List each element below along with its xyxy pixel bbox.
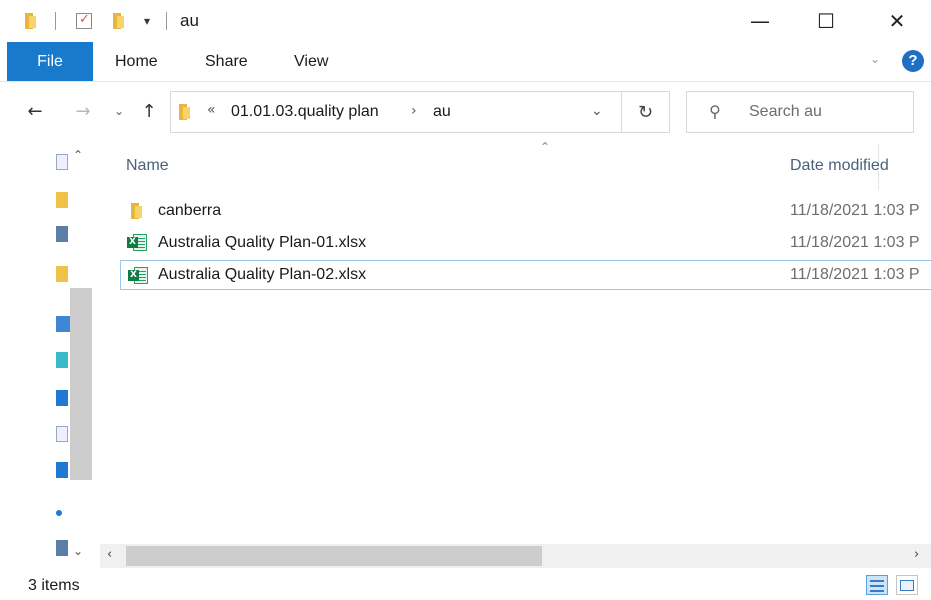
back-arrow-icon: ← <box>27 100 43 122</box>
scroll-down-icon[interactable]: ⌄ <box>73 544 83 558</box>
maximize-icon: ☐ <box>817 9 835 33</box>
close-icon: ✕ <box>888 9 906 33</box>
column-header-name[interactable]: Name <box>126 140 169 190</box>
properties-icon[interactable] <box>74 10 94 32</box>
scroll-right-icon[interactable]: › <box>914 547 919 562</box>
desktop-icon[interactable] <box>56 352 68 368</box>
maximize-button[interactable]: ☐ <box>795 0 857 42</box>
document-icon[interactable] <box>56 426 68 442</box>
search-icon: ⚲ <box>709 102 721 121</box>
horizontal-scrollbar[interactable]: ‹ › <box>100 544 931 568</box>
navigation-pane: ⌃ ⌄ <box>0 140 100 600</box>
expand-ribbon-button[interactable]: ⌄ <box>870 52 880 66</box>
tab-file[interactable]: File <box>7 42 93 81</box>
column-header-date-modified[interactable]: Date modified <box>790 140 889 190</box>
address-dropdown-icon[interactable]: ⌄ <box>591 103 603 119</box>
documents-icon[interactable] <box>56 390 68 406</box>
list-item[interactable]: canberra 11/18/2021 1:03 P <box>120 196 931 226</box>
toolbar-divider <box>166 12 167 30</box>
new-folder-icon[interactable] <box>110 10 128 32</box>
scroll-left-icon[interactable]: ‹ <box>107 547 112 562</box>
breadcrumb-quality-plan[interactable]: 01.01.03.quality plan <box>231 102 379 122</box>
horizontal-scroll-thumb[interactable] <box>126 546 542 566</box>
close-button[interactable]: ✕ <box>866 0 928 42</box>
recent-locations-button[interactable]: ⌄ <box>106 96 132 126</box>
details-view-button[interactable] <box>866 575 888 595</box>
this-pc-icon[interactable] <box>56 316 70 332</box>
breadcrumb-separator-icon[interactable]: › <box>411 103 417 119</box>
up-arrow-icon: ↑ <box>141 100 157 122</box>
customize-quick-access-button[interactable]: ▾ <box>138 10 156 32</box>
back-button[interactable]: ← <box>22 96 48 126</box>
sort-ascending-icon: ⌃ <box>540 140 551 154</box>
large-icons-view-icon <box>900 580 914 591</box>
navigation-bar: ← → ⌄ ↑ « 01.01.03.quality plan › au ⌄ ↻… <box>0 82 931 140</box>
search-input[interactable]: Search au <box>749 103 822 121</box>
tab-home[interactable]: Home <box>105 42 168 81</box>
forward-arrow-icon: → <box>75 100 91 122</box>
minimize-button[interactable]: — <box>729 0 791 42</box>
toolbar-divider <box>55 12 56 30</box>
file-list: ⌃ Name Date modified canberra 11/18/2021… <box>100 140 931 544</box>
overflow-chevron-icon[interactable]: « <box>207 102 216 118</box>
folder-icon <box>178 104 192 120</box>
document-icon[interactable] <box>56 154 68 170</box>
file-date: 11/18/2021 1:03 P <box>790 266 920 283</box>
refresh-icon: ↻ <box>637 101 654 123</box>
address-bar[interactable]: « 01.01.03.quality plan › au ⌄ <box>170 91 622 133</box>
tab-view[interactable]: View <box>284 42 338 81</box>
drive-icon[interactable] <box>56 540 68 556</box>
file-name: Australia Quality Plan-02.xlsx <box>158 266 367 283</box>
breadcrumb-au[interactable]: au <box>433 102 451 122</box>
refresh-button[interactable]: ↻ <box>622 91 670 133</box>
up-button[interactable]: ↑ <box>136 96 162 126</box>
file-date: 11/18/2021 1:03 P <box>790 202 920 219</box>
file-date: 11/18/2021 1:03 P <box>790 234 920 251</box>
music-icon[interactable] <box>56 510 62 516</box>
folder-icon <box>130 203 144 219</box>
folder-icon[interactable] <box>56 192 68 208</box>
forward-button[interactable]: → <box>70 96 96 126</box>
file-name: Australia Quality Plan-01.xlsx <box>158 234 367 251</box>
scroll-up-icon[interactable]: ⌃ <box>73 148 83 162</box>
list-item-selected[interactable]: X Australia Quality Plan-02.xlsx 11/18/2… <box>120 260 931 290</box>
file-explorer-window: ▾ au — ☐ ✕ File Home Share View ⌄ ? ← → … <box>0 0 931 600</box>
dropdown-arrow-icon: ▾ <box>143 14 151 28</box>
chevron-down-icon: ⌄ <box>113 104 125 118</box>
excel-file-icon: X <box>127 234 147 251</box>
minimize-icon: — <box>750 9 770 33</box>
excel-file-icon: X <box>128 267 148 284</box>
item-count: 3 items <box>28 577 80 594</box>
large-icons-view-button[interactable] <box>896 575 918 595</box>
search-box[interactable]: ⚲ Search au <box>686 91 914 133</box>
list-item[interactable]: X Australia Quality Plan-01.xlsx 11/18/2… <box>120 228 931 258</box>
status-bar: 3 items <box>0 568 931 600</box>
details-view-icon <box>870 580 884 582</box>
ribbon-tabs: File Home Share View ⌄ ? <box>0 42 931 82</box>
window-title: au <box>180 11 199 30</box>
help-button[interactable]: ? <box>902 50 924 72</box>
folder-icon <box>22 10 40 32</box>
title-bar: ▾ au — ☐ ✕ <box>0 0 931 42</box>
document-icon[interactable] <box>56 226 68 242</box>
folder-icon[interactable] <box>56 266 68 282</box>
downloads-icon[interactable] <box>56 462 68 478</box>
file-name: canberra <box>158 202 222 219</box>
tab-share[interactable]: Share <box>195 42 258 81</box>
nav-pane-scroll-thumb[interactable] <box>70 288 92 480</box>
